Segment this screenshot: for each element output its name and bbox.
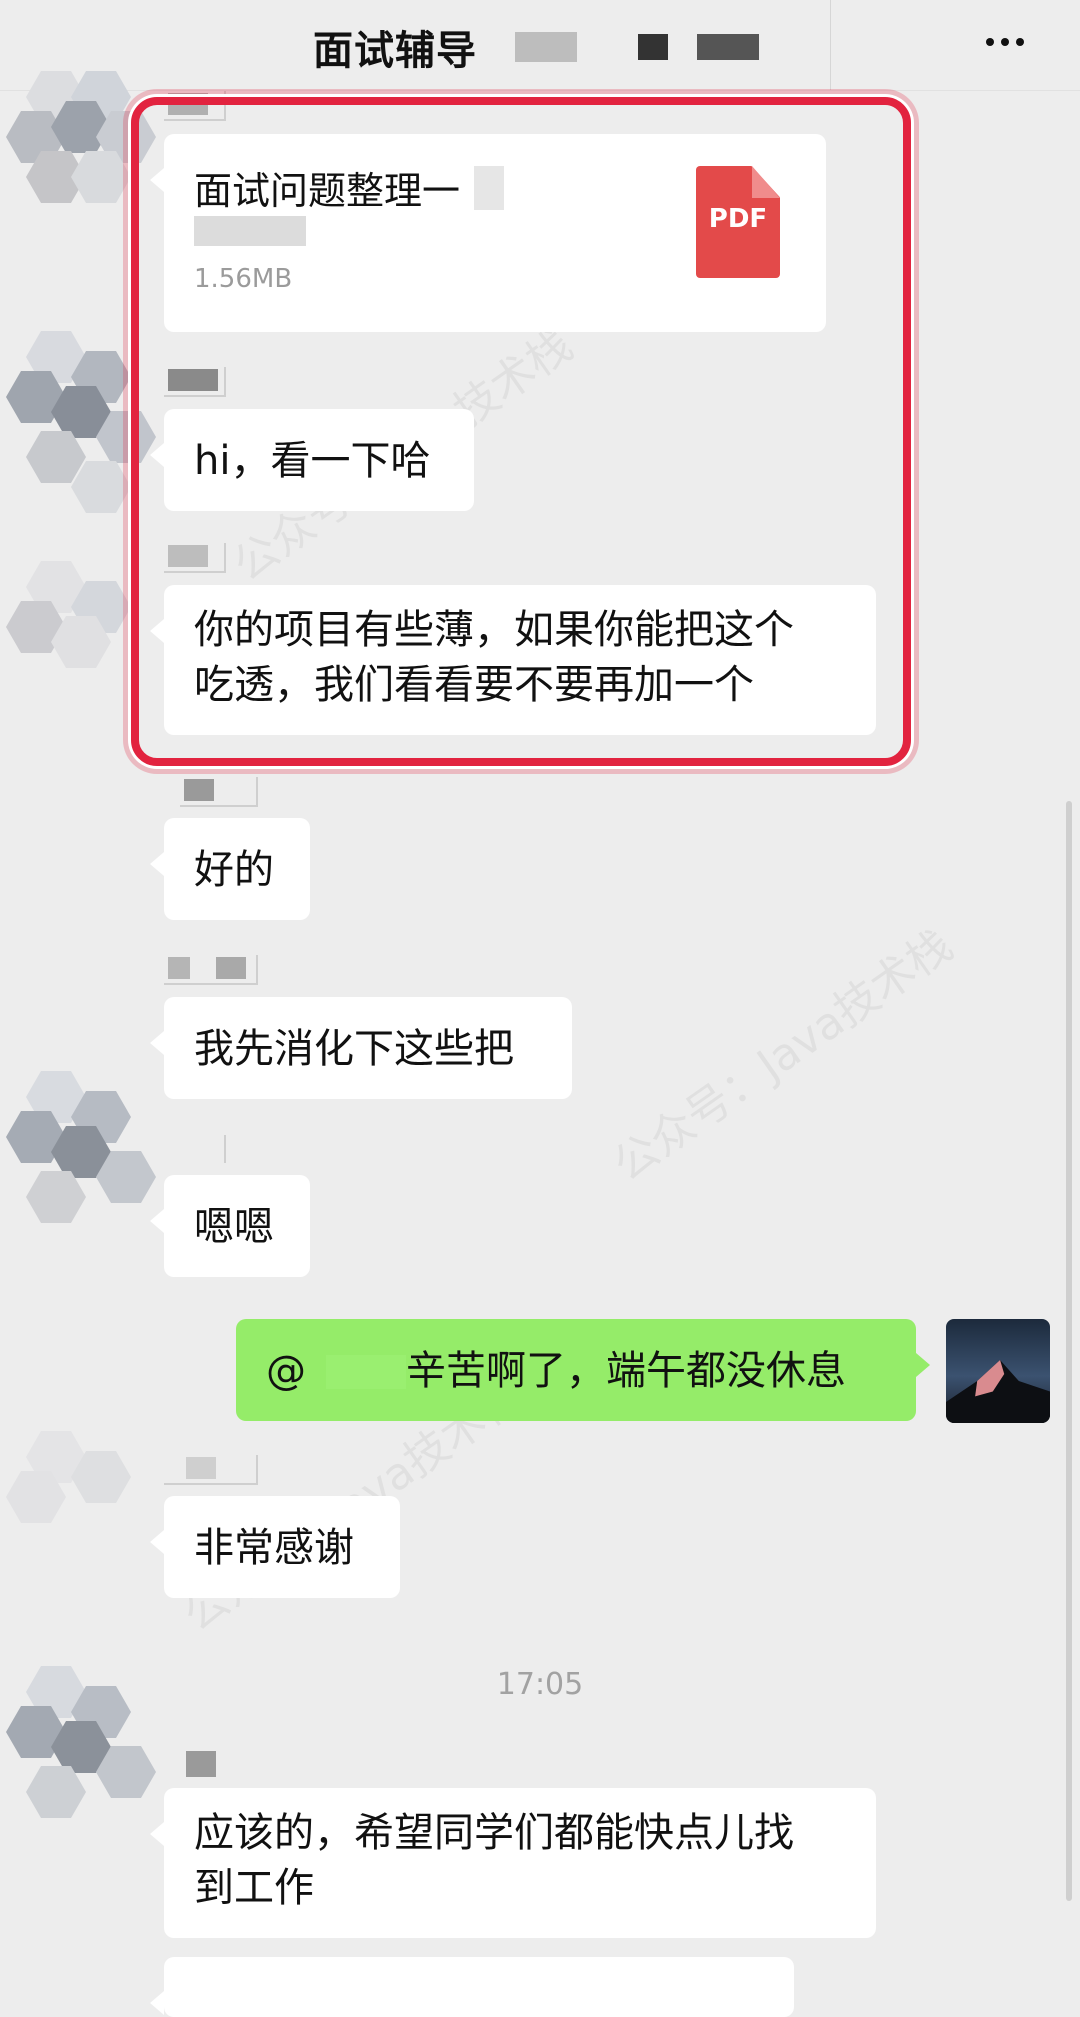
header-divider — [830, 0, 831, 90]
message-text-line: 应该的，希望同学们都能快点儿找 — [194, 1810, 794, 1856]
message-text-line: 吃透，我们看看要不要再加一个 — [194, 662, 754, 708]
message-text-line: 到工作 — [194, 1865, 314, 1911]
avatar[interactable] — [6, 1666, 156, 1916]
sender-name — [164, 1455, 258, 1485]
more-horizontal-icon — [1016, 38, 1024, 46]
redacted-title-part — [638, 34, 668, 60]
message-text: 我先消化下这些把 — [194, 1026, 514, 1072]
avatar[interactable] — [6, 1431, 136, 1681]
more-options-button[interactable] — [970, 18, 1040, 66]
more-horizontal-icon — [986, 38, 994, 46]
sender-name — [164, 1135, 226, 1163]
file-message[interactable]: 面试问题整理一 1.56MB PDF — [150, 134, 826, 332]
pdf-label: PDF — [708, 204, 768, 234]
sender-name — [180, 777, 258, 807]
pdf-file-icon-fold — [752, 166, 780, 198]
avatar[interactable] — [6, 41, 156, 291]
avatar[interactable] — [6, 331, 156, 581]
sender-name — [164, 1749, 224, 1777]
message-bubble[interactable]: 好的 — [150, 818, 310, 920]
message-text-line: 你的项目有些薄，如果你能把这个 — [194, 607, 794, 653]
message-bubble[interactable]: 嗯嗯 — [150, 1175, 310, 1277]
avatar[interactable] — [946, 1319, 1050, 1423]
file-size: 1.56MB — [194, 264, 293, 294]
redacted-mention-name — [326, 1355, 406, 1389]
chat-header: 面试辅导 — [0, 0, 1080, 91]
chat-area[interactable]: 面试问题整理一 1.56MB PDF hi，看一下哈 你的项目有些薄，如果你能把… — [0, 71, 1080, 2017]
message-text: hi，看一下哈 — [194, 438, 431, 484]
outgoing-message-bubble[interactable]: @ 辛苦啊了，端午都没休息 — [236, 1319, 930, 1421]
message-text: 辛苦啊了，端午都没休息 — [406, 1348, 846, 1394]
message-bubble[interactable]: 你的项目有些薄，如果你能把这个 吃透，我们看看要不要再加一个 — [150, 585, 876, 735]
message-text: 嗯嗯 — [194, 1204, 274, 1250]
sender-name — [164, 367, 226, 397]
message-bubble[interactable]: 非常感谢 — [150, 1496, 400, 1598]
avatar[interactable] — [6, 561, 136, 811]
redacted-title-part — [697, 34, 759, 60]
message-timestamp: 17:05 — [496, 1667, 584, 1702]
more-horizontal-icon — [1001, 38, 1009, 46]
avatar[interactable] — [6, 1071, 156, 1321]
message-bubble[interactable]: 我先消化下这些把 — [150, 997, 572, 1099]
redacted-title-part — [515, 32, 577, 62]
message-text: 非常感谢 — [194, 1525, 354, 1571]
message-bubble[interactable] — [150, 1957, 794, 2017]
message-bubble[interactable]: 应该的，希望同学们都能快点儿找 到工作 — [150, 1788, 876, 1938]
file-name: 面试问题整理一 — [194, 169, 461, 213]
sender-name — [164, 955, 258, 985]
message-text: 好的 — [194, 847, 274, 893]
redacted-file-name-part — [194, 216, 306, 246]
message-bubble[interactable]: hi，看一下哈 — [150, 409, 474, 511]
scrollbar[interactable] — [1066, 801, 1072, 1901]
sender-name — [164, 543, 226, 573]
chat-title: 面试辅导 — [313, 28, 477, 74]
redacted-file-name-part — [474, 166, 504, 210]
mention-at: @ — [266, 1348, 306, 1394]
sender-name — [164, 91, 226, 121]
